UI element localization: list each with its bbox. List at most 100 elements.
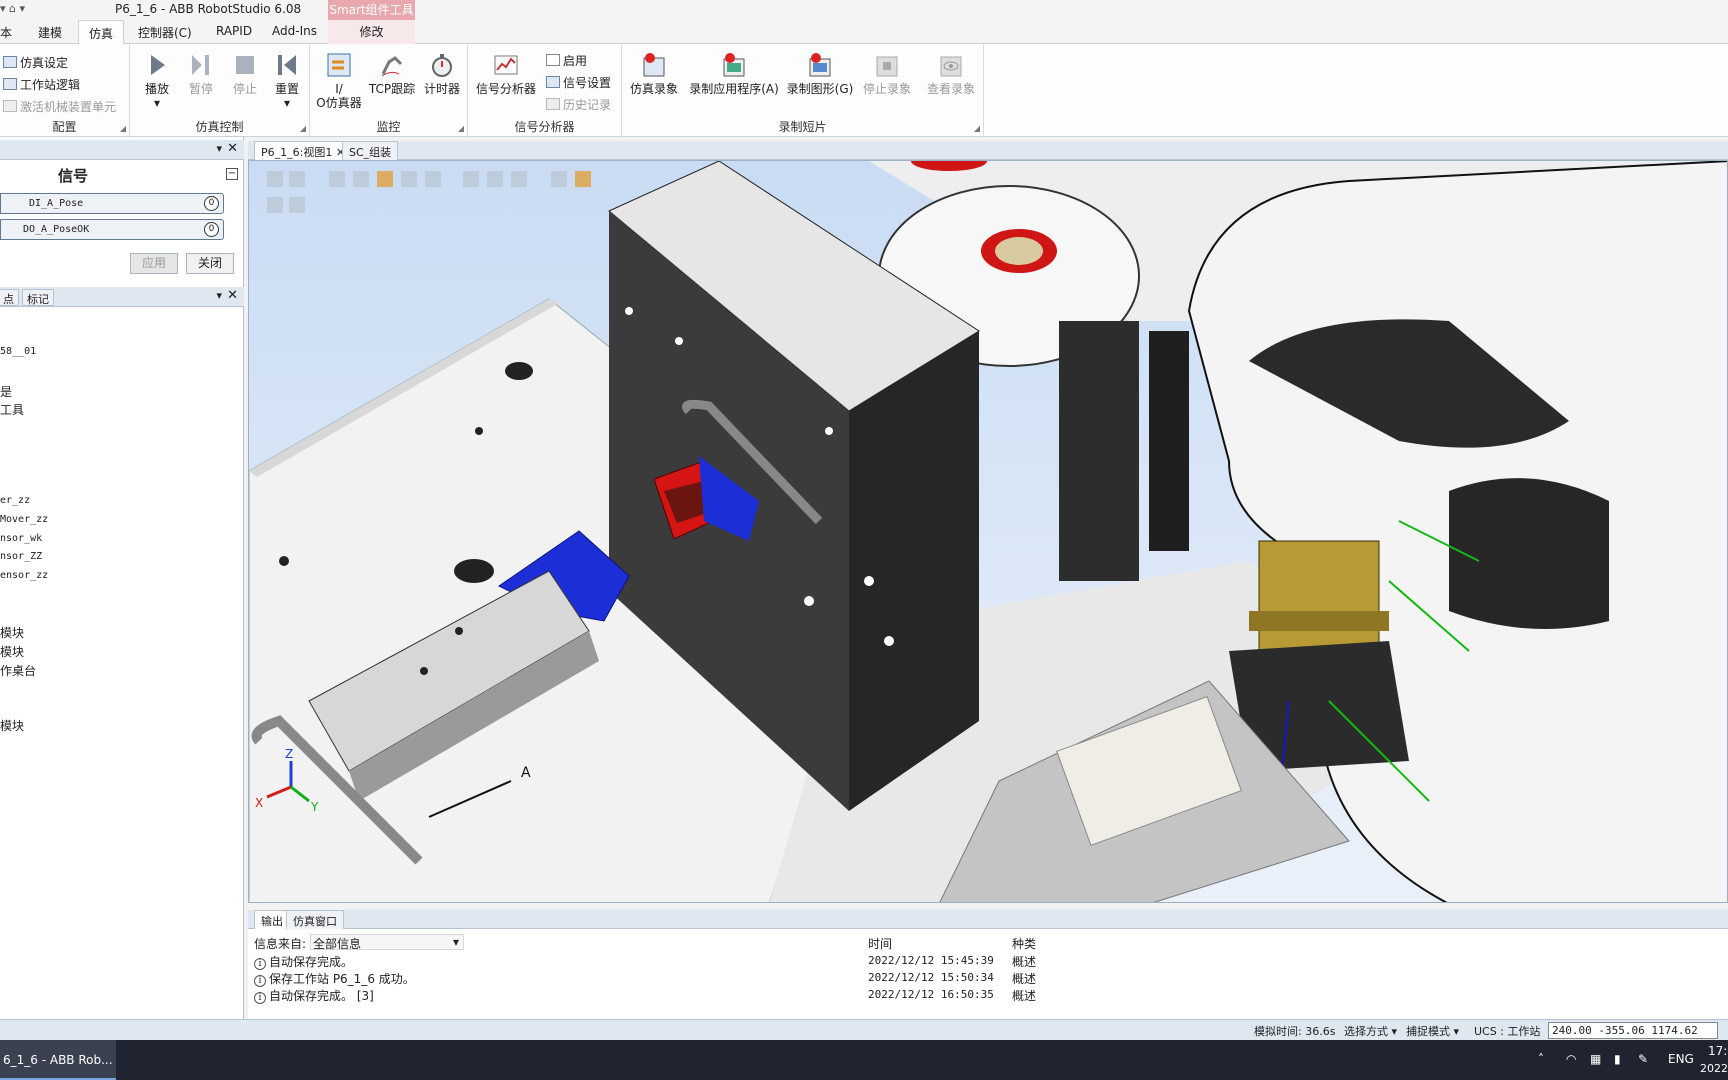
apply-button[interactable]: 应用 xyxy=(130,253,178,274)
3d-viewport[interactable]: Z X Y A xyxy=(248,160,1728,903)
tab-modeling[interactable]: 建模 xyxy=(38,24,62,41)
timer-button[interactable]: 计时器 xyxy=(420,52,464,96)
layout-tree-tabs: 点 标记 ▾ ✕ xyxy=(0,287,244,307)
tab-simulation[interactable]: 仿真 xyxy=(78,20,125,45)
pause-button[interactable]: 暂停 xyxy=(184,52,218,96)
network-icon[interactable]: ▦ xyxy=(1590,1052,1601,1066)
list-item[interactable]: i 自动保存完成。 xyxy=(254,953,353,970)
dialog-launcher-icon[interactable]: ◢ xyxy=(300,124,306,133)
signal-row[interactable]: DI_A_Pose 0 xyxy=(0,193,224,214)
tab-rapid[interactable]: RAPID xyxy=(216,24,252,38)
signal-row[interactable]: DO_A_PoseOK 0 xyxy=(0,219,224,240)
viewport-toolbar[interactable] xyxy=(267,171,591,213)
tab-addins[interactable]: Add-Ins xyxy=(272,24,317,38)
group-config-label: 配置 xyxy=(52,120,77,134)
close-icon[interactable]: ✕ xyxy=(227,141,238,156)
close-icon[interactable]: ✕ xyxy=(227,288,238,303)
list-item[interactable]: i 保存工作站 P6_1_6 成功。 xyxy=(254,970,415,987)
signal-settings-button[interactable]: 信号设置 xyxy=(546,74,611,91)
record-app-icon xyxy=(723,53,745,77)
play-icon xyxy=(151,55,165,75)
tree-item[interactable]: er_zz xyxy=(0,495,30,506)
row-time: 2022/12/12 15:50:34 xyxy=(868,971,994,984)
tree-item[interactable]: 模块 xyxy=(0,643,24,660)
tab-points[interactable]: 点 xyxy=(0,289,19,306)
tree-item[interactable]: 模块 xyxy=(0,717,24,734)
tab-sim-window[interactable]: 仿真窗口 xyxy=(286,910,344,929)
tab-output[interactable]: 输出 xyxy=(254,910,290,929)
row-type: 概述 xyxy=(1012,972,1037,986)
tcp-trace-button[interactable]: TCP跟踪 xyxy=(368,52,416,96)
tree-item[interactable]: 作桌台 xyxy=(0,662,36,679)
pen-icon[interactable]: ✎ xyxy=(1638,1052,1648,1066)
group-record-label: 录制短片 xyxy=(778,120,827,134)
dialog-launcher-icon[interactable]: ◢ xyxy=(458,124,464,133)
io-simulator-button[interactable]: I/O仿真器 xyxy=(316,52,362,110)
tree-item[interactable]: nsor_wk xyxy=(0,533,42,544)
tree-item[interactable]: Mover_zz xyxy=(0,514,48,525)
record-app-button[interactable]: 录制应用程序(A) xyxy=(688,52,780,96)
tab-controller[interactable]: 控制器(C) xyxy=(138,24,192,41)
tree-item[interactable]: ensor_zz xyxy=(0,570,48,581)
quick-access-toolbar[interactable]: ▾ ⌂ ▾ xyxy=(0,2,25,15)
select-mode-dropdown[interactable]: 选择方式 ▾ xyxy=(1344,1023,1397,1039)
sim-settings-button[interactable]: 仿真设定 xyxy=(3,54,68,71)
output-tabs: 输出 仿真窗口 xyxy=(248,910,1728,929)
info-icon: i xyxy=(254,958,266,970)
output-panel: 信息来自: 全部信息 ▾ 时间 种类 i 自动保存完成。 2022/12/12 15… xyxy=(248,929,1728,1019)
enable-checkbox[interactable]: 启用 xyxy=(546,52,587,69)
wifi-icon[interactable]: ◠ xyxy=(1566,1052,1576,1066)
list-item[interactable]: i 自动保存完成。 [3] xyxy=(254,987,374,1004)
tab-basic[interactable]: 本 xyxy=(0,24,12,41)
close-button[interactable]: 关闭 xyxy=(186,253,234,274)
history-button[interactable]: 历史记录 xyxy=(546,96,611,113)
dialog-launcher-icon[interactable]: ◢ xyxy=(974,124,980,133)
tree-item[interactable]: 58__01 xyxy=(0,346,36,357)
pause-icon xyxy=(192,55,209,75)
chevron-up-icon[interactable]: ˄ xyxy=(1538,1052,1544,1066)
stop-record-button[interactable]: 停止录象 xyxy=(858,52,916,96)
record-sim-icon xyxy=(643,53,665,77)
tree-item[interactable]: nsor_ZZ xyxy=(0,551,42,562)
ribbon: 仿真设定 工作站逻辑 激活机械装置单元 配置 ◢ 播放 ▾ 暂停 停止 重置 ▾ 仿… xyxy=(0,44,1728,137)
tab-modify[interactable]: 修改 xyxy=(328,20,415,44)
tree-item[interactable]: 模块 xyxy=(0,624,24,641)
snap-mode-dropdown[interactable]: 捕捉模式 ▾ xyxy=(1406,1023,1459,1039)
tree-item[interactable]: 是 xyxy=(0,383,12,400)
signal-chart-icon xyxy=(494,55,518,75)
mechanism-icon xyxy=(3,100,17,112)
history-icon xyxy=(546,98,560,110)
dialog-launcher-icon[interactable]: ◢ xyxy=(120,124,126,133)
record-graphics-button[interactable]: 录制图形(G) xyxy=(786,52,854,96)
stop-button[interactable]: 停止 xyxy=(228,52,262,96)
tab-sc-assembly[interactable]: SC_组装 xyxy=(342,141,399,160)
play-button[interactable]: 播放 ▾ xyxy=(140,52,174,110)
row-time: 2022/12/12 15:45:39 xyxy=(868,954,994,967)
clock-date[interactable]: 2022 xyxy=(1700,1062,1728,1075)
microphone-icon[interactable]: ▮ xyxy=(1614,1052,1621,1066)
language-indicator[interactable]: ENG xyxy=(1668,1052,1694,1066)
reset-button[interactable]: 重置 ▾ xyxy=(270,52,304,110)
signal-value-toggle[interactable]: 0 xyxy=(204,196,219,211)
signal-panel-header: ▾ ✕ xyxy=(0,140,244,160)
signal-value-toggle[interactable]: 0 xyxy=(204,222,219,237)
collapse-icon[interactable]: − xyxy=(226,168,238,180)
pin-dropdown-icon[interactable]: ▾ xyxy=(216,142,222,155)
tab-view1[interactable]: P6_1_6:视图1 ✕ xyxy=(254,141,353,160)
left-panel: ▾ ✕ 信号 − DI_A_Pose 0 DO_A_PoseOK 0 应用 关闭… xyxy=(0,137,244,1019)
signal-settings-icon xyxy=(546,76,560,88)
source-select[interactable]: 全部信息 ▾ xyxy=(310,934,464,951)
station-logic-button[interactable]: 工作站逻辑 xyxy=(3,76,80,93)
document-tabs: P6_1_6:视图1 ✕ SC_组装 xyxy=(248,141,1728,160)
signal-name: DO_A_PoseOK xyxy=(23,224,90,235)
view-record-button[interactable]: 查看录象 xyxy=(922,52,980,96)
activate-mechanism-button[interactable]: 激活机械装置单元 xyxy=(3,98,116,115)
tab-markers[interactable]: 标记 xyxy=(22,289,54,306)
tree-item[interactable]: 工具 xyxy=(0,401,24,418)
pin-dropdown-icon[interactable]: ▾ xyxy=(216,289,222,302)
signal-analyzer-button[interactable]: 信号分析器 xyxy=(472,52,540,96)
window-title: P6_1_6 - ABB RobotStudio 6.08 xyxy=(115,2,302,16)
sim-record-button[interactable]: 仿真录象 xyxy=(626,52,682,96)
taskbar-app-button[interactable]: 6_1_6 - ABB Rob... xyxy=(0,1040,116,1080)
clock-time[interactable]: 17: xyxy=(1708,1044,1727,1058)
